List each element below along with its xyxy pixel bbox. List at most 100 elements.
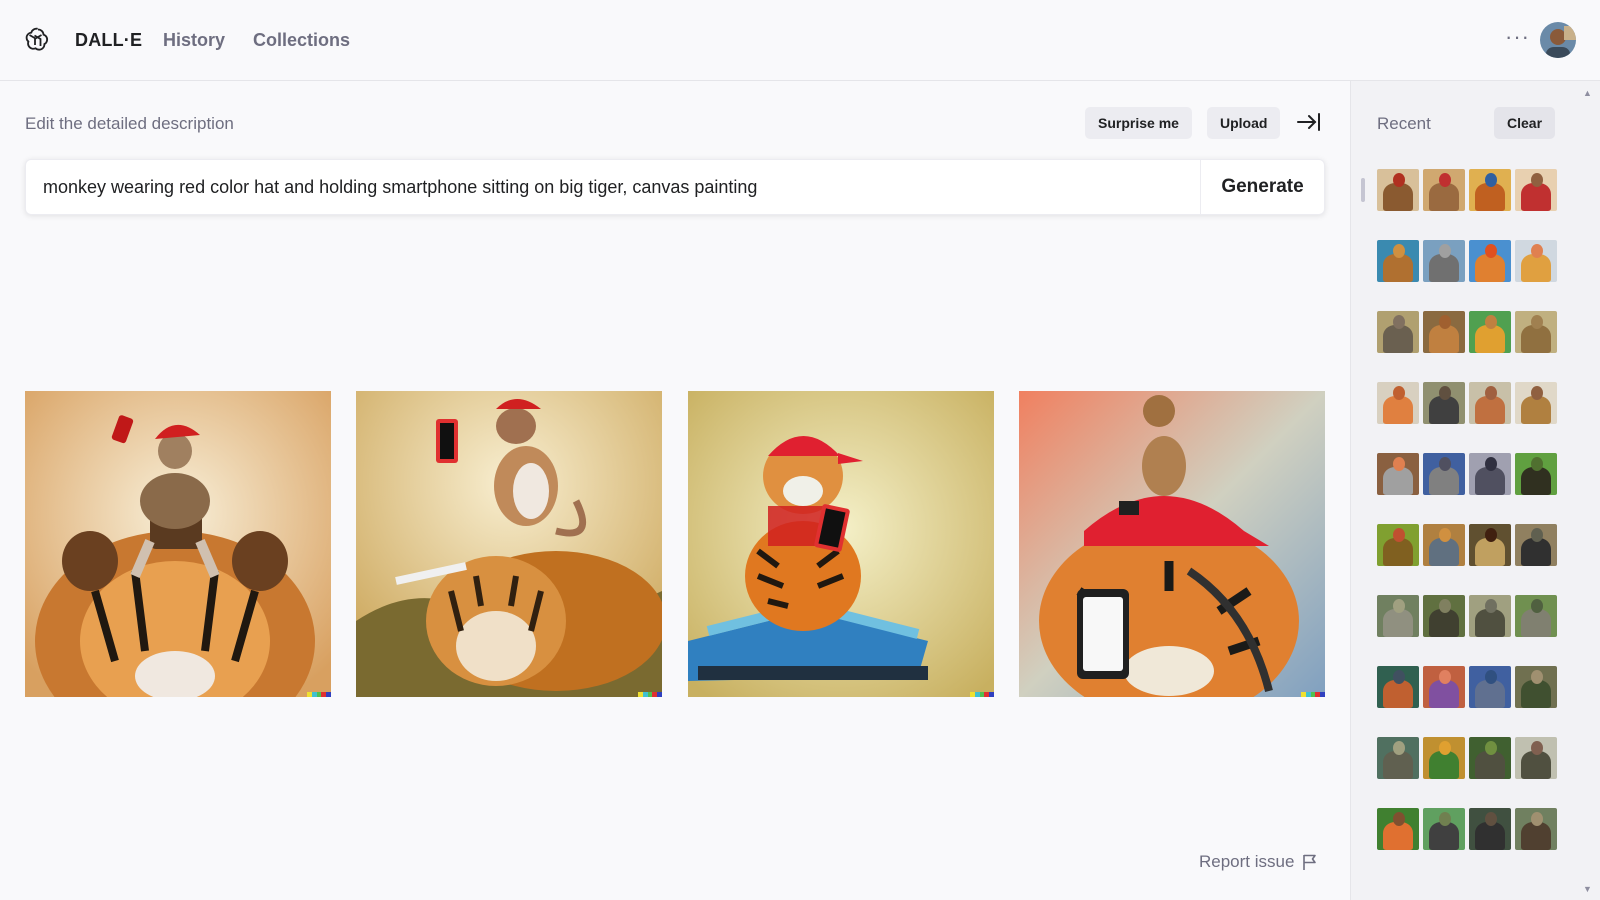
recent-thumbnail[interactable] [1377, 453, 1419, 495]
thumbnail-shape [1485, 244, 1497, 258]
recent-thumbnail[interactable] [1469, 524, 1511, 566]
recent-thumbnail[interactable] [1469, 666, 1511, 708]
thumbnail-row [1377, 595, 1559, 637]
recent-thumbnail[interactable] [1377, 382, 1419, 424]
thumbnail-shape [1393, 173, 1405, 187]
recent-thumbnail[interactable] [1423, 666, 1465, 708]
thumbnail-shape [1383, 822, 1413, 850]
recent-thumbnail[interactable] [1469, 311, 1511, 353]
thumbnail-row [1377, 524, 1559, 566]
thumbnail-shape [1429, 822, 1459, 850]
recent-thumbnail[interactable] [1469, 240, 1511, 282]
scroll-down-arrow-icon[interactable]: ▼ [1583, 884, 1592, 894]
recent-thumbnail[interactable] [1377, 169, 1419, 211]
thumbnail-shape [1475, 751, 1505, 779]
thumbnail-shape [1429, 254, 1459, 282]
thumbnail-shape [1383, 325, 1413, 353]
recent-thumbnail[interactable] [1469, 808, 1511, 850]
generate-button[interactable]: Generate [1200, 160, 1324, 214]
recent-thumbnail[interactable] [1515, 737, 1557, 779]
recent-thumbnail[interactable] [1515, 808, 1557, 850]
recent-thumbnail[interactable] [1423, 595, 1465, 637]
recent-thumbnail[interactable] [1469, 737, 1511, 779]
thumbnail-shape [1383, 751, 1413, 779]
recent-thumbnail[interactable] [1377, 808, 1419, 850]
recent-thumbnail[interactable] [1423, 169, 1465, 211]
recent-thumbnail[interactable] [1469, 595, 1511, 637]
recent-thumbnail[interactable] [1423, 453, 1465, 495]
generated-image[interactable] [688, 391, 994, 697]
thumbnail-shape [1475, 183, 1505, 211]
recent-thumbnail[interactable] [1515, 240, 1557, 282]
more-options-icon[interactable]: ··· [1505, 24, 1530, 50]
recent-label: Recent [1377, 114, 1431, 133]
recent-thumbnail[interactable] [1377, 737, 1419, 779]
prompt-input[interactable]: monkey wearing red color hat and holding… [43, 177, 757, 198]
recent-thumbnail[interactable] [1377, 666, 1419, 708]
thumbnail-shape [1521, 822, 1551, 850]
upload-button[interactable]: Upload [1207, 107, 1281, 139]
thumbnail-shape [1531, 528, 1543, 542]
scroll-up-arrow-icon[interactable]: ▲ [1583, 88, 1592, 98]
recent-thumbnail[interactable] [1377, 524, 1419, 566]
thumbnail-shape [1485, 670, 1497, 684]
recent-thumbnail[interactable] [1423, 737, 1465, 779]
surprise-me-button[interactable]: Surprise me [1085, 107, 1192, 139]
thumbnail-shape [1521, 254, 1551, 282]
report-issue-link[interactable]: Report issue [1199, 852, 1318, 872]
recent-thumbnail[interactable] [1469, 382, 1511, 424]
recent-thumbnail[interactable] [1469, 453, 1511, 495]
recent-thumbnail[interactable] [1377, 595, 1419, 637]
thumbnail-shape [1485, 741, 1497, 755]
sidebar-scroll-indicator[interactable] [1361, 178, 1365, 202]
thumbnail-row [1377, 737, 1559, 779]
recent-thumbnail[interactable] [1515, 595, 1557, 637]
thumbnail-row [1377, 240, 1559, 282]
thumbnail-shape [1439, 528, 1451, 542]
thumbnail-shape [1429, 183, 1459, 211]
flag-icon [1303, 854, 1317, 870]
clear-button[interactable]: Clear [1494, 107, 1556, 139]
generated-image[interactable] [356, 391, 662, 697]
thumbnail-shape [1475, 538, 1505, 566]
thumbnail-shape [1439, 741, 1451, 755]
thumbnail-shape [1475, 822, 1505, 850]
user-avatar[interactable] [1540, 22, 1576, 58]
recent-thumbnail[interactable] [1515, 382, 1557, 424]
thumbnail-shape [1393, 244, 1405, 258]
thumbnail-shape [1531, 173, 1543, 187]
nav-collections-link[interactable]: Collections [253, 30, 350, 51]
generated-image[interactable] [1019, 391, 1325, 697]
signature-strip [307, 692, 331, 697]
thumbnail-shape [1485, 528, 1497, 542]
recent-thumbnail[interactable] [1515, 169, 1557, 211]
thumbnail-shape [1439, 670, 1451, 684]
thumbnail-shape [1429, 751, 1459, 779]
recent-thumbnail[interactable] [1423, 524, 1465, 566]
recent-thumbnail[interactable] [1423, 311, 1465, 353]
nav-history-link[interactable]: History [163, 30, 225, 51]
recent-thumbnail[interactable] [1423, 382, 1465, 424]
thumbnail-shape [1439, 386, 1451, 400]
edit-description-label: Edit the detailed description [25, 114, 234, 133]
recent-thumbnail[interactable] [1515, 524, 1557, 566]
recent-thumbnail[interactable] [1423, 240, 1465, 282]
generated-images [25, 391, 1325, 697]
app-title[interactable]: DALL·E [75, 30, 142, 51]
recent-thumbnail[interactable] [1515, 311, 1557, 353]
recent-thumbnail[interactable] [1377, 240, 1419, 282]
recent-thumbnail[interactable] [1377, 311, 1419, 353]
recent-thumbnail[interactable] [1469, 169, 1511, 211]
recent-thumbnail[interactable] [1515, 666, 1557, 708]
thumbnail-shape [1439, 244, 1451, 258]
openai-logo-icon[interactable] [24, 26, 52, 54]
thumbnail-shape [1383, 254, 1413, 282]
generated-image[interactable] [25, 391, 331, 697]
thumbnail-shape [1429, 396, 1459, 424]
recent-thumbnail[interactable] [1515, 453, 1557, 495]
thumbnail-shape [1439, 457, 1451, 471]
thumbnail-shape [1475, 467, 1505, 495]
recent-thumbnail[interactable] [1423, 808, 1465, 850]
thumbnail-row [1377, 808, 1559, 850]
collapse-sidebar-icon[interactable] [1296, 111, 1322, 133]
